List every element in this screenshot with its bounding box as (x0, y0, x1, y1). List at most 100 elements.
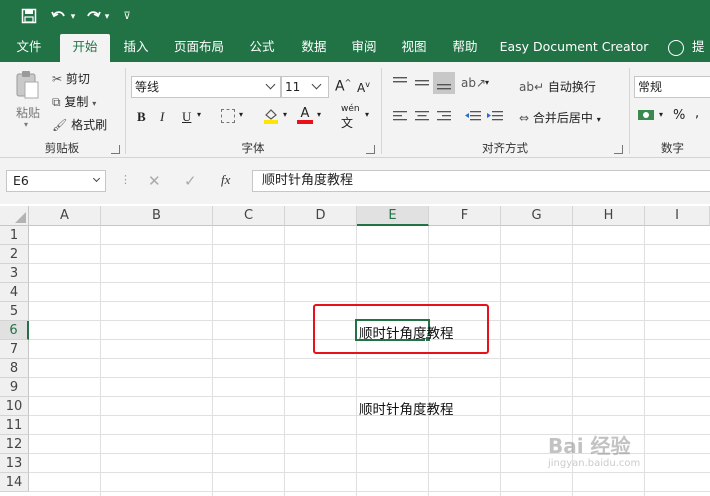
gridline (29, 491, 710, 492)
row-header[interactable]: 5 (0, 302, 29, 321)
percent-button[interactable]: % (673, 108, 685, 123)
wrap-text-button[interactable]: ab↵ 自动换行 (519, 78, 596, 95)
borders-dropdown-icon[interactable]: ▾ (239, 110, 243, 119)
column-header[interactable]: B (101, 206, 213, 226)
column-header[interactable]: G (501, 206, 573, 226)
format-painter-button[interactable]: 🖌 格式刷 (52, 116, 107, 133)
alignment-launcher-icon[interactable] (614, 145, 623, 154)
row-header[interactable]: 10 (0, 397, 29, 416)
column-header[interactable]: A (29, 206, 101, 226)
tab-home[interactable]: 开始 (60, 34, 110, 62)
cell-e10[interactable]: 顺时针角度教程 (359, 398, 454, 418)
lightbulb-icon[interactable] (668, 40, 684, 56)
paste-icon[interactable] (14, 70, 40, 100)
row-header[interactable]: 1 (0, 226, 29, 245)
shrink-font-button[interactable]: Av (357, 80, 370, 95)
align-middle-icon[interactable] (415, 76, 429, 88)
customize-icon[interactable]: ⊽ (120, 8, 134, 26)
row-header[interactable]: 13 (0, 454, 29, 473)
merge-icon: ⇔ (519, 111, 530, 125)
tab-insert[interactable]: 插入 (114, 34, 158, 62)
select-all-corner[interactable] (0, 206, 29, 226)
font-family-select[interactable]: 等线 (131, 76, 281, 98)
copy-button[interactable]: ⧉ 复制 ▾ (52, 93, 96, 110)
copy-icon: ⧉ (52, 95, 61, 109)
currency-icon[interactable] (637, 108, 655, 122)
tell-me-label[interactable]: 提 (692, 34, 705, 62)
align-right-icon[interactable] (437, 110, 451, 122)
insert-function-button[interactable]: fx (221, 172, 230, 188)
align-center-icon[interactable] (415, 110, 429, 122)
align-left-icon[interactable] (393, 110, 407, 122)
paste-dropdown-icon[interactable]: ▾ (24, 120, 28, 129)
italic-button[interactable]: I (160, 109, 164, 125)
undo-icon[interactable] (50, 8, 68, 26)
underline-button[interactable]: U (182, 109, 191, 125)
row-header-selected[interactable]: 6 (0, 321, 29, 340)
redo-icon[interactable] (84, 8, 102, 26)
alignment-group-label: 对齐方式 (482, 141, 528, 155)
paste-button[interactable]: 粘贴 (16, 104, 40, 121)
align-bottom-button[interactable] (433, 72, 455, 94)
borders-icon[interactable] (221, 109, 235, 123)
column-header[interactable]: F (429, 206, 501, 226)
column-header[interactable]: C (213, 206, 285, 226)
name-box-value: E6 (13, 173, 29, 188)
font-color-button[interactable]: A (297, 106, 313, 124)
tab-easy-document-creator[interactable]: Easy Document Creator (499, 34, 649, 62)
tab-review[interactable]: 审阅 (342, 34, 386, 62)
bold-button[interactable]: B (137, 109, 146, 125)
row-header[interactable]: 8 (0, 359, 29, 378)
grow-font-button[interactable]: A^ (335, 78, 351, 95)
phonetic-dropdown-icon[interactable]: ▾ (365, 110, 369, 119)
row-header[interactable]: 7 (0, 340, 29, 359)
fill-color-icon[interactable] (263, 107, 279, 124)
font-launcher-icon[interactable] (366, 145, 375, 154)
cancel-icon[interactable]: ✕ (148, 172, 161, 190)
column-header[interactable]: H (573, 206, 645, 226)
phonetic-button[interactable]: wén 文 (341, 104, 360, 131)
save-icon[interactable] (20, 8, 38, 26)
decrease-indent-icon[interactable] (465, 110, 481, 122)
redo-dropdown-icon[interactable]: ▾ (102, 8, 112, 26)
formula-input[interactable]: 顺时针角度教程 (252, 170, 710, 192)
gridline (212, 226, 213, 496)
row-header[interactable]: 11 (0, 416, 29, 435)
number-format-select[interactable]: 常规 (634, 76, 710, 98)
orientation-icon[interactable]: ab↗ (461, 76, 486, 90)
tab-file[interactable]: 文件 (6, 34, 52, 62)
merge-center-button[interactable]: ⇔ 合并后居中 ▾ (519, 109, 601, 126)
name-box[interactable]: E6 (6, 170, 106, 192)
gridline (29, 377, 710, 378)
tab-view[interactable]: 视图 (392, 34, 436, 62)
underline-dropdown-icon[interactable]: ▾ (197, 110, 201, 119)
increase-indent-icon[interactable] (487, 110, 503, 122)
column-header[interactable]: D (285, 206, 357, 226)
font-size-select[interactable]: 11 (281, 76, 329, 98)
gridline (356, 226, 357, 496)
row-header[interactable]: 9 (0, 378, 29, 397)
copy-dropdown-icon: ▾ (92, 99, 97, 108)
tab-formulas[interactable]: 公式 (240, 34, 284, 62)
row-header[interactable]: 14 (0, 473, 29, 492)
row-header[interactable]: 3 (0, 264, 29, 283)
tab-help[interactable]: 帮助 (443, 34, 487, 62)
enter-icon[interactable]: ✓ (184, 172, 197, 190)
fill-color-dropdown-icon[interactable]: ▾ (283, 110, 287, 119)
row-header[interactable]: 12 (0, 435, 29, 454)
row-header[interactable]: 4 (0, 283, 29, 302)
font-color-dropdown-icon[interactable]: ▾ (317, 110, 321, 119)
undo-dropdown-icon[interactable]: ▾ (68, 8, 78, 26)
tab-data[interactable]: 数据 (292, 34, 336, 62)
chevron-down-icon (311, 79, 322, 90)
column-header[interactable]: I (645, 206, 710, 226)
cut-button[interactable]: ✂ 剪切 (52, 70, 90, 87)
clipboard-launcher-icon[interactable] (111, 145, 120, 154)
column-header-selected[interactable]: E (357, 206, 429, 226)
comma-style-button[interactable]: , (695, 106, 699, 121)
align-top-icon[interactable] (393, 76, 407, 88)
orientation-dropdown-icon[interactable]: ▾ (485, 78, 489, 87)
row-header[interactable]: 2 (0, 245, 29, 264)
currency-dropdown-icon[interactable]: ▾ (659, 110, 663, 119)
tab-page-layout[interactable]: 页面布局 (166, 34, 232, 62)
